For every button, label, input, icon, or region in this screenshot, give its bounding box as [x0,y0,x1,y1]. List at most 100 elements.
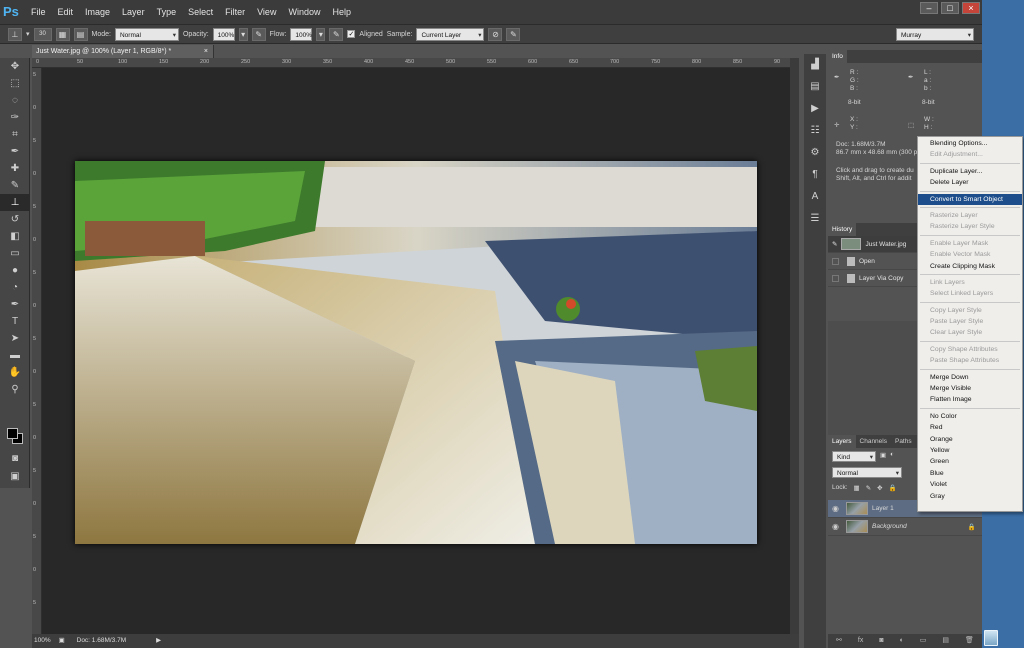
tab-channels[interactable]: Channels [856,435,891,448]
healing-brush-tool-icon[interactable]: ✚ [0,160,30,177]
blur-tool-icon[interactable]: ● [0,262,30,279]
layer-kind-filter[interactable]: Kind [832,451,876,463]
visibility-eye-icon[interactable]: ◉ [832,504,842,513]
menu-item-gray[interactable]: Gray [918,491,1022,502]
foreground-color-swatch[interactable] [7,428,18,439]
tab-info[interactable]: Info [828,50,847,63]
history-brush-tool-icon[interactable]: ↺ [0,211,30,228]
document-tab[interactable]: Just Water.jpg @ 100% (Layer 1, RGB/8*) … [32,45,214,58]
menu-item-duplicate-layer[interactable]: Duplicate Layer... [918,166,1022,177]
adjustments-icon[interactable]: ☷ [804,120,826,142]
visibility-eye-icon[interactable]: ◉ [832,522,842,531]
lock-all-icon[interactable]: 🔒 [889,484,897,492]
status-arrow-icon[interactable]: ▶ [156,634,161,648]
history-source-box[interactable] [832,274,839,282]
brush-panel-icon[interactable]: ▦ [55,27,70,41]
add-mask-icon[interactable]: ◙ [879,634,883,648]
opacity-field[interactable]: 100% [212,27,235,41]
histogram-icon[interactable]: ▟ [804,54,826,76]
vertical-scrollbar[interactable] [790,58,799,634]
flow-dropdown-icon[interactable]: ▾ [316,27,326,41]
waterfall-image[interactable] [75,161,757,544]
menu-item-no-color[interactable]: No Color [918,411,1022,422]
styles-icon[interactable]: ⚙ [804,142,826,164]
menu-item-create-clipping-mask[interactable]: Create Clipping Mask [918,261,1022,272]
recycle-bin-icon[interactable] [984,630,998,646]
ignore-adjustment-icon[interactable]: ⊘ [488,27,503,41]
minimize-button[interactable]: – [920,2,938,14]
pen-tool-icon[interactable]: ✒ [0,296,30,313]
pressure-size-icon[interactable]: ✎ [506,27,521,41]
clone-stamp-icon[interactable]: ⊥ [8,27,22,41]
quick-mask-icon[interactable]: ◙ [0,450,30,467]
blend-mode-select[interactable]: Normal [832,467,902,479]
menu-item-blue[interactable]: Blue [918,468,1022,479]
screen-mode-icon[interactable]: ▣ [0,468,30,485]
sample-select[interactable]: Current Layer [416,27,485,42]
zoom-level[interactable]: 100% [34,634,51,648]
close-button[interactable]: × [962,2,980,14]
clone-source-icon[interactable]: ▤ [73,27,88,41]
hand-tool-icon[interactable]: ✋ [0,364,30,381]
pressure-opacity-icon[interactable]: ✎ [251,27,266,41]
delete-layer-icon[interactable]: 🗑 [965,634,974,648]
lock-position-icon[interactable]: ✥ [877,484,882,492]
eraser-tool-icon[interactable]: ◧ [0,228,30,245]
marquee-tool-icon[interactable]: ⬚ [0,75,30,92]
adjustment-layer-icon[interactable]: ◐ [900,634,904,648]
menu-item-flatten-image[interactable]: Flatten Image [918,394,1022,405]
character-icon[interactable]: A [804,186,826,208]
path-select-tool-icon[interactable]: ➤ [0,330,30,347]
menu-filter[interactable]: Filter [219,0,251,24]
menu-view[interactable]: View [251,0,282,24]
menu-item-merge-down[interactable]: Merge Down [918,372,1022,383]
status-options-icon[interactable]: ▣ [59,634,69,648]
brush-tool-icon[interactable]: ✎ [0,177,30,194]
filter-image-icon[interactable]: ▣ [880,451,886,462]
lock-pixels-icon[interactable]: ✎ [866,484,871,492]
link-layers-icon[interactable]: ⚯ [836,634,842,648]
menu-window[interactable]: Window [282,0,326,24]
maximize-button[interactable]: □ [941,2,959,14]
mode-select[interactable]: Normal [114,27,179,42]
menu-type[interactable]: Type [151,0,183,24]
menu-item-green[interactable]: Green [918,456,1022,467]
aligned-checkbox[interactable]: ✓ [347,30,356,38]
new-group-icon[interactable]: ▭ [920,634,927,648]
paragraph-icon[interactable]: ¶ [804,164,826,186]
gradient-tool-icon[interactable]: ▭ [0,245,30,262]
lock-transparency-icon[interactable]: ▦ [854,484,860,492]
menu-item-convert-to-smart-object[interactable]: Convert to Smart Object [918,193,1022,205]
menu-edit[interactable]: Edit [52,0,80,24]
lasso-tool-icon[interactable]: ◌ [0,92,30,109]
menu-item-violet[interactable]: Violet [918,479,1022,490]
move-tool-icon[interactable]: ✥ [0,58,30,75]
menu-help[interactable]: Help [326,0,357,24]
layer-row[interactable]: ◉ Background 🔒 [828,518,982,536]
tab-layers[interactable]: Layers [828,435,856,448]
navigator-icon[interactable]: ▤ [804,76,826,98]
workspace-select[interactable]: Murray [896,28,974,42]
fx-icon[interactable]: fx [858,634,863,648]
menu-item-merge-visible[interactable]: Merge Visible [918,383,1022,394]
type-tool-icon[interactable]: T [0,313,30,330]
dodge-tool-icon[interactable]: ◔ [0,279,30,296]
menu-item-blending-options[interactable]: Blending Options... [918,138,1022,149]
actions-icon[interactable]: ▶ [804,98,826,120]
menu-item-yellow[interactable]: Yellow [918,445,1022,456]
crop-tool-icon[interactable]: ⌗ [0,126,30,143]
menu-image[interactable]: Image [79,0,116,24]
properties-icon[interactable]: ☰ [804,208,826,230]
new-layer-icon[interactable]: ▤ [942,634,949,648]
tab-paths[interactable]: Paths [891,435,916,448]
menu-item-orange[interactable]: Orange [918,434,1022,445]
airbrush-icon[interactable]: ✎ [329,27,344,41]
filter-adjust-icon[interactable]: ◐ [890,451,894,462]
shape-tool-icon[interactable]: ▬ [0,347,30,364]
menu-file[interactable]: File [25,0,52,24]
clone-stamp-tool-icon[interactable]: ⊥ [0,194,30,211]
menu-select[interactable]: Select [182,0,219,24]
flow-field[interactable]: 100% [290,27,313,41]
opacity-dropdown-icon[interactable]: ▾ [238,27,248,41]
zoom-tool-icon[interactable]: ⚲ [0,381,30,398]
